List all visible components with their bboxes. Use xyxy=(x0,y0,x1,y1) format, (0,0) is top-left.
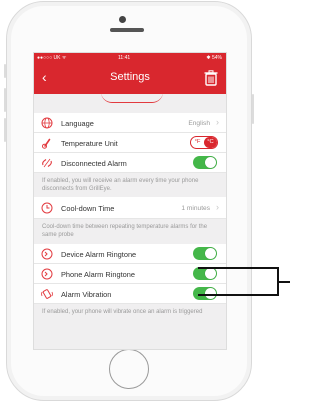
vibration-icon xyxy=(41,289,53,299)
header-curve xyxy=(101,92,163,103)
volume-up-button xyxy=(4,88,6,112)
celsius-option[interactable]: °C xyxy=(204,137,217,148)
disconnected-alarm-note: If enabled, you will receive an alarm ev… xyxy=(42,178,199,192)
unlink-icon xyxy=(42,158,52,168)
home-button[interactable] xyxy=(109,349,149,389)
battery-status: ✱ 54% xyxy=(206,55,222,61)
disconnected-alarm-row: Disconnected Alarm xyxy=(34,153,226,173)
front-camera xyxy=(119,16,126,23)
power-button xyxy=(252,94,254,124)
volume-down-button xyxy=(4,118,6,142)
cooldown-note: Cool-down time between repeating tempera… xyxy=(42,224,208,238)
chevron-right-icon: › xyxy=(216,117,219,127)
device-ringtone-row: Device Alarm Ringtone xyxy=(34,244,226,264)
clock-icon xyxy=(41,202,53,214)
vibration-label: Alarm Vibration xyxy=(61,290,112,299)
language-value: English xyxy=(188,120,210,127)
phone-frame: ●●○○○ UK ᯤ 11:41 ✱ 54% ‹ Settings Langua… xyxy=(4,1,254,401)
cooldown-label: Cool-down Time xyxy=(61,204,115,213)
cooldown-value: 1 minutes xyxy=(181,205,210,212)
vibration-note: If enabled, your phone will vibrate once… xyxy=(42,309,203,315)
earpiece-speaker xyxy=(110,28,144,32)
device-ringtone-toggle[interactable] xyxy=(193,247,217,260)
trash-icon[interactable] xyxy=(204,70,218,86)
callout-line-stub xyxy=(277,281,290,283)
chevron-right-icon: › xyxy=(216,202,219,212)
page-title: Settings xyxy=(110,71,150,83)
app-screen: ●●○○○ UK ᯤ 11:41 ✱ 54% ‹ Settings Langua… xyxy=(33,52,227,350)
status-time: 11:41 xyxy=(118,55,131,61)
language-row[interactable]: Language English › xyxy=(34,113,226,133)
mute-switch xyxy=(4,64,6,78)
status-bar: ●●○○○ UK ᯤ 11:41 ✱ 54% xyxy=(34,53,226,63)
thermometer-icon xyxy=(42,138,51,149)
temperature-unit-switch[interactable]: °F °C xyxy=(190,136,218,149)
disconnected-alarm-toggle[interactable] xyxy=(193,156,217,169)
device-ringtone-label: Device Alarm Ringtone xyxy=(61,250,137,259)
callout-line-top xyxy=(198,267,278,269)
globe-icon xyxy=(41,117,53,129)
carrier-signal: ●●○○○ UK ᯤ xyxy=(37,55,67,61)
fahrenheit-option[interactable]: °F xyxy=(191,137,204,148)
ringtone-icon xyxy=(41,248,53,260)
nav-bar: ‹ Settings xyxy=(34,63,226,94)
temperature-unit-row: Temperature Unit °F °C xyxy=(34,133,226,153)
temperature-unit-label: Temperature Unit xyxy=(61,139,118,148)
phone-ringtone-toggle[interactable] xyxy=(193,267,217,280)
cooldown-row[interactable]: Cool-down Time 1 minutes › xyxy=(34,197,226,219)
disconnected-alarm-label: Disconnected Alarm xyxy=(61,159,127,168)
callout-line-bottom xyxy=(198,294,278,296)
phone-ringtone-label: Phone Alarm Ringtone xyxy=(61,270,135,279)
ringtone-icon xyxy=(41,268,53,280)
language-label: Language xyxy=(61,119,94,128)
